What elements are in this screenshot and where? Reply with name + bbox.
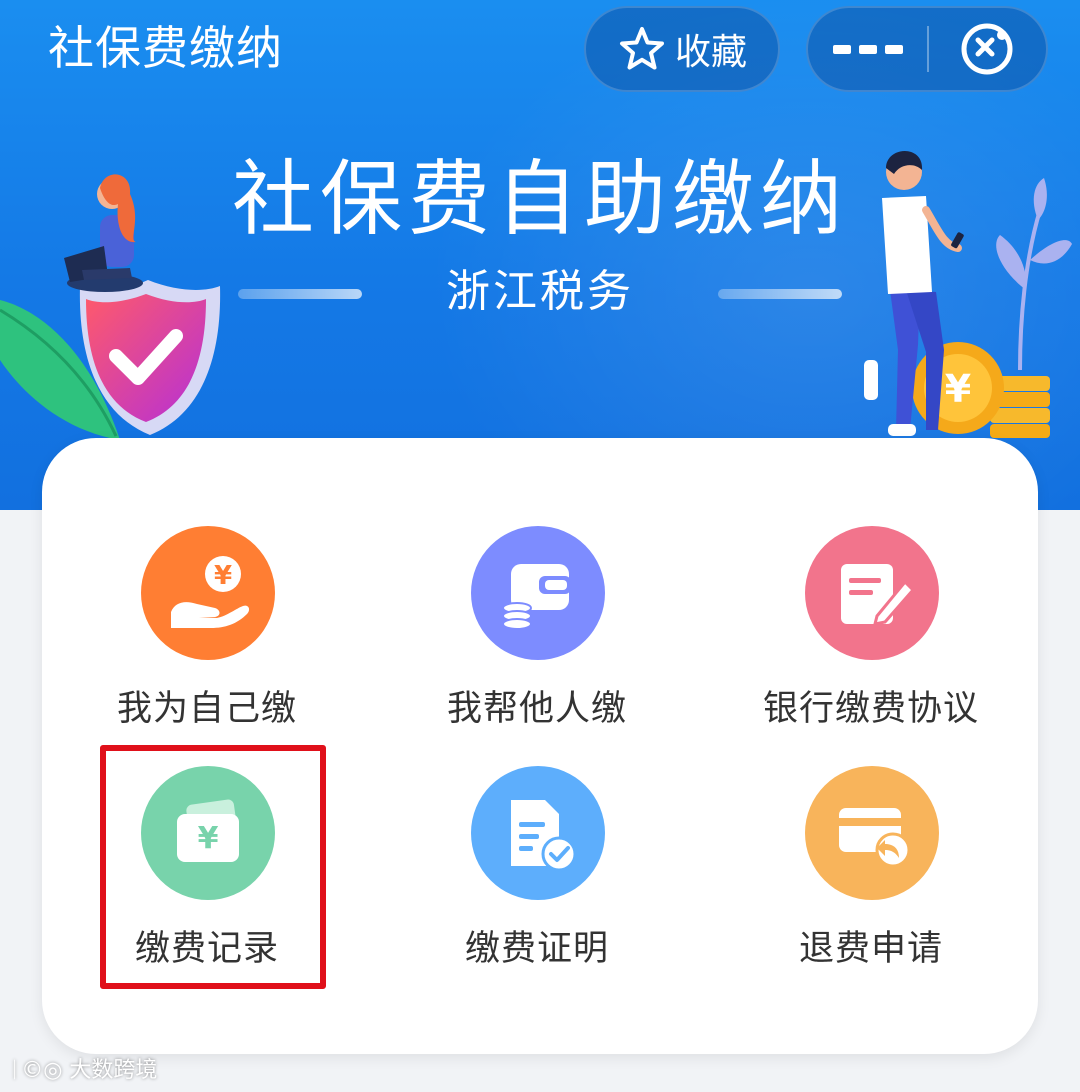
document-check-icon — [471, 766, 605, 900]
menu-item-pay-for-others[interactable]: 我帮他人缴 — [372, 526, 702, 756]
watermark-logo: ᛁ©◎ 大数跨境 — [8, 1058, 158, 1083]
menu-item-refund-application[interactable]: 退费申请 — [706, 766, 1036, 996]
wallet-icon — [471, 526, 605, 660]
subtitle-line-right — [718, 289, 842, 299]
star-icon — [619, 27, 664, 70]
close-target-icon — [961, 23, 1013, 75]
banner: 社保费缴纳 收藏 社保费自助缴纳 浙江税务 ¥ — [0, 0, 1080, 510]
svg-text:¥: ¥ — [214, 561, 232, 591]
card-return-icon — [805, 766, 939, 900]
highlight-box — [100, 745, 326, 989]
mini-program-capsule — [806, 6, 1048, 92]
menu-item-bank-agreement[interactable]: 银行缴费协议 — [706, 526, 1036, 756]
svg-text:¥: ¥ — [945, 367, 971, 411]
favorite-label: 收藏 — [674, 32, 747, 73]
more-icon[interactable] — [808, 44, 927, 54]
hand-coin-icon: ¥ — [141, 526, 275, 660]
menu-item-label: 我为自己缴 — [116, 689, 297, 729]
document-pen-icon — [805, 526, 939, 660]
menu-item-label: 缴费证明 — [464, 929, 609, 969]
close-button[interactable] — [929, 21, 1046, 77]
menu-item-label: 退费申请 — [798, 929, 943, 969]
man-coins-illustration: ¥ — [864, 151, 1072, 438]
app-title: 社保费缴纳 — [48, 21, 283, 75]
menu-item-label: 银行缴费协议 — [762, 689, 979, 729]
favorite-button[interactable]: 收藏 — [584, 6, 780, 92]
menu-item-label: 我帮他人缴 — [446, 689, 627, 729]
menu-item-payment-certificate[interactable]: 缴费证明 — [372, 766, 702, 996]
shield-illustration — [0, 174, 221, 440]
menu-item-pay-for-self[interactable]: ¥ 我为自己缴 — [42, 526, 372, 756]
